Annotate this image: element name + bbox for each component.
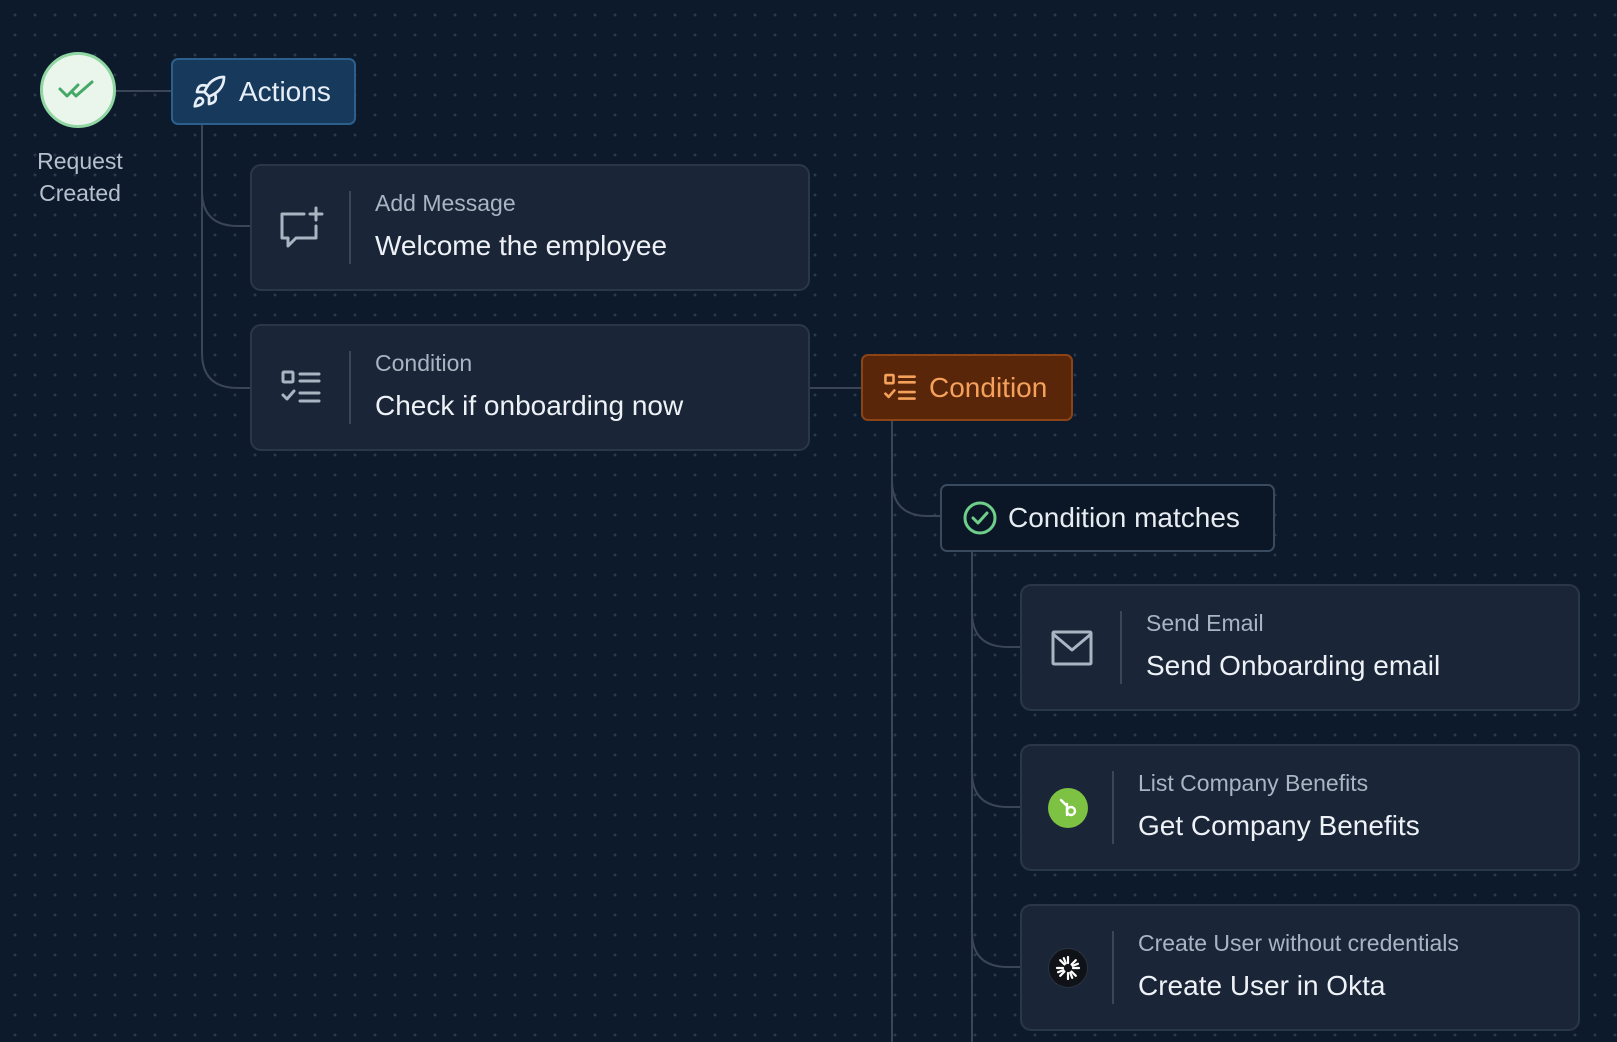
card-divider: [1120, 611, 1122, 684]
start-label-line2: Created: [39, 180, 121, 206]
bamboohr-glyph: [1059, 798, 1077, 816]
card-divider: [1112, 771, 1114, 844]
okta-logo-icon: [1048, 947, 1088, 988]
connector-match-okta: [971, 931, 1020, 968]
step-card-send-email[interactable]: Send Email Send Onboarding email: [1020, 584, 1580, 711]
step-icon-slot: [252, 166, 350, 289]
step-kind: List Company Benefits: [1138, 770, 1369, 796]
check-circle-icon: [963, 501, 997, 535]
step-card-okta[interactable]: Create User without credentials Create U…: [1020, 904, 1580, 1031]
step-title: Get Company Benefits: [1138, 810, 1420, 841]
condition-matches-label: Condition matches: [1008, 502, 1240, 533]
step-title: Create User in Okta: [1138, 970, 1386, 1001]
rocket-icon: [193, 75, 226, 108]
workflow-canvas: Request Created Actions Add Message Welc…: [0, 0, 1617, 1042]
step-icon-slot: [252, 326, 350, 449]
request-created-label: Request Created: [18, 145, 142, 209]
connector-lines: [116, 90, 1020, 1042]
request-created-node[interactable]: [40, 52, 116, 128]
step-title: Check if onboarding now: [375, 390, 684, 421]
actions-pill[interactable]: Actions: [171, 58, 356, 125]
mail-icon: [1051, 630, 1093, 665]
checklist-icon: [281, 370, 321, 402]
connector-actions-condition: [201, 191, 250, 389]
connector-condition-match: [891, 479, 940, 517]
start-label-line1: Request: [37, 148, 123, 174]
card-divider: [349, 351, 351, 424]
step-icon-slot: [1022, 906, 1114, 1029]
step-card-condition[interactable]: Condition Check if onboarding now: [250, 324, 810, 451]
bamboohr-logo-icon: [1048, 787, 1088, 828]
card-divider: [1112, 931, 1114, 1004]
actions-pill-label: Actions: [239, 75, 331, 107]
okta-glyph: [1055, 955, 1081, 980]
step-icon-slot: [1022, 586, 1122, 709]
card-divider: [349, 191, 351, 264]
connector-match-email: [971, 611, 1020, 648]
step-card-add-message[interactable]: Add Message Welcome the employee: [250, 164, 810, 291]
step-card-company-benefits[interactable]: List Company Benefits Get Company Benefi…: [1020, 744, 1580, 871]
connector-actions-message: [201, 125, 250, 227]
step-icon-slot: [1022, 746, 1114, 869]
condition-matches-pill[interactable]: Condition matches: [940, 484, 1275, 552]
double-check-icon: [58, 80, 94, 98]
step-kind: Send Email: [1146, 610, 1264, 636]
step-kind: Create User without credentials: [1138, 930, 1459, 956]
step-kind: Condition: [375, 350, 473, 376]
condition-pill-label: Condition: [929, 371, 1048, 403]
condition-pill[interactable]: Condition: [861, 354, 1073, 421]
step-title: Welcome the employee: [375, 230, 668, 261]
message-plus-icon: [280, 206, 324, 247]
connector-match-benefits: [971, 771, 1020, 808]
checklist-icon: [884, 373, 916, 400]
step-kind: Add Message: [375, 190, 516, 216]
step-title: Send Onboarding email: [1146, 650, 1441, 681]
